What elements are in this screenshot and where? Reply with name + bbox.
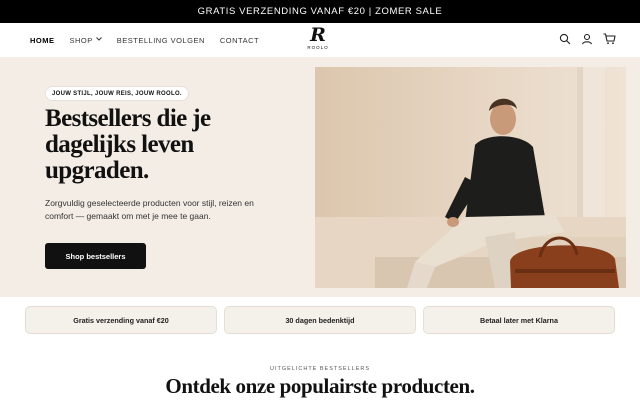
hero-section: JOUW STIJL, JOUW REIS, JOUW ROOLO. Bests… xyxy=(0,57,640,297)
nav-contact[interactable]: CONTACT xyxy=(220,36,259,45)
nav-bestelling-label: BESTELLING VOLGEN xyxy=(116,35,205,45)
hero-image xyxy=(315,67,626,288)
usp-free-shipping: Gratis verzending vanaf €20 xyxy=(25,306,217,334)
hero-title: Bestsellers die je dagelijks leven upgra… xyxy=(45,105,211,184)
chevron-down-icon xyxy=(95,37,102,43)
brand-logo[interactable]: R ROOLO xyxy=(303,25,333,55)
hero-tagline: JOUW STIJL, JOUW REIS, JOUW ROOLO. xyxy=(52,90,182,97)
announcement-text: GRATIS VERZENDING VANAF €20 | ZOMER SALE xyxy=(197,6,443,17)
featured-eyebrow: UITGELICHTE BESTSELLERS xyxy=(269,366,371,372)
featured-title: Ontdek onze populairste producten. xyxy=(165,374,475,398)
nav-home[interactable]: HOME xyxy=(30,36,55,45)
usp-label: 30 dagen bedenktijd xyxy=(285,315,355,325)
cart-icon[interactable] xyxy=(602,32,616,46)
logo-mark: R xyxy=(310,24,326,46)
account-icon[interactable] xyxy=(580,32,594,46)
usp-label: Gratis verzending vanaf €20 xyxy=(73,315,169,325)
usp-label: Betaal later met Klarna xyxy=(480,315,558,325)
header-icons xyxy=(550,32,616,46)
nav-shop[interactable]: SHOP xyxy=(70,36,102,45)
site-header: HOME SHOP BESTELLING VOLGEN CONTACT R RO… xyxy=(0,23,640,57)
hero-subtitle: Zorgvuldig geselecteerde producten voor … xyxy=(45,198,254,221)
usp-row: Gratis verzending vanaf €20 30 dagen bed… xyxy=(25,306,615,334)
nav-bestelling-volgen[interactable]: BESTELLING VOLGEN xyxy=(117,36,205,45)
shop-bestsellers-label: Shop bestsellers xyxy=(65,251,126,261)
nav-shop-label: SHOP xyxy=(69,35,93,45)
logo-wordmark: ROOLO xyxy=(307,45,329,50)
usp-return-period: 30 dagen bedenktijd xyxy=(224,306,416,334)
shop-bestsellers-button[interactable]: Shop bestsellers xyxy=(45,243,146,269)
search-icon[interactable] xyxy=(558,32,572,46)
announcement-bar: GRATIS VERZENDING VANAF €20 | ZOMER SALE xyxy=(0,0,640,23)
main-nav: HOME SHOP BESTELLING VOLGEN CONTACT xyxy=(30,23,274,57)
nav-home-label: HOME xyxy=(30,35,55,45)
hero-tagline-pill: JOUW STIJL, JOUW REIS, JOUW ROOLO. xyxy=(46,87,188,100)
nav-contact-label: CONTACT xyxy=(219,35,260,45)
usp-klarna: Betaal later met Klarna xyxy=(423,306,615,334)
